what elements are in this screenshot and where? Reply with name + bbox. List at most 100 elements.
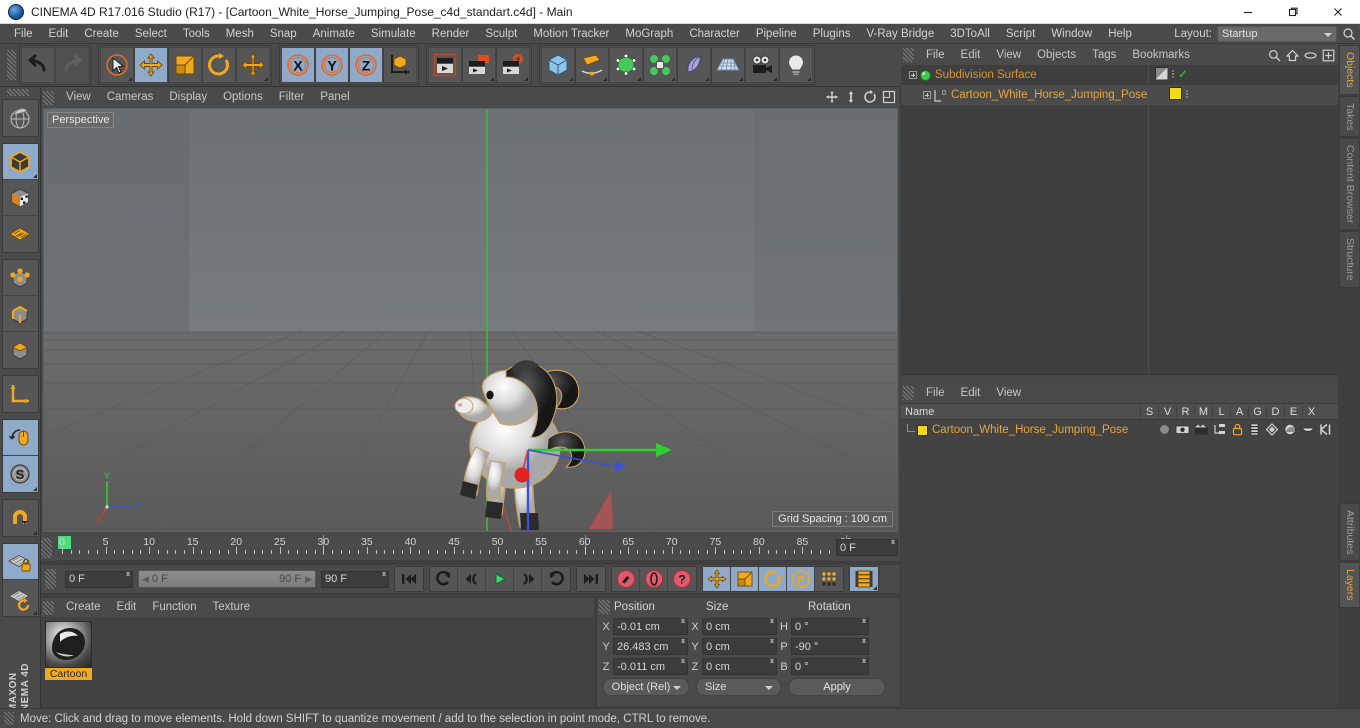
go-to-start-icon[interactable] bbox=[395, 567, 423, 591]
record-keyframe-icon[interactable] bbox=[612, 567, 640, 591]
tab-content-browser[interactable]: Content Browser bbox=[1339, 138, 1359, 231]
new-layer-icon[interactable] bbox=[1321, 47, 1336, 63]
ellipse-icon[interactable] bbox=[1303, 47, 1318, 63]
timeline-window-icon[interactable] bbox=[850, 567, 878, 591]
viewport-grip[interactable] bbox=[43, 90, 54, 105]
column-g[interactable]: G bbox=[1248, 405, 1266, 418]
record-parameter-icon[interactable]: P bbox=[787, 567, 815, 591]
rotate-view-icon[interactable] bbox=[862, 89, 877, 105]
max-frame-field[interactable]: 90 F ▴ ▾ bbox=[321, 569, 389, 588]
scale-icon[interactable] bbox=[168, 47, 202, 83]
material-menu-function[interactable]: Function bbox=[144, 598, 204, 617]
apply-button[interactable]: Apply bbox=[788, 678, 886, 696]
hierarchy-icon[interactable] bbox=[1213, 423, 1227, 439]
material-item[interactable]: Cartoon bbox=[45, 621, 92, 680]
menu-mograph[interactable]: MoGraph bbox=[617, 24, 681, 44]
viewport-menu-display[interactable]: Display bbox=[161, 87, 215, 108]
y-axis-icon[interactable]: Y bbox=[315, 47, 349, 83]
column-a[interactable]: A bbox=[1230, 405, 1248, 418]
menu-mesh[interactable]: Mesh bbox=[218, 24, 262, 44]
menu-3dtoall[interactable]: 3DToAll bbox=[942, 24, 998, 44]
column-x[interactable]: X bbox=[1302, 405, 1320, 418]
enable-axis-modification-icon[interactable] bbox=[2, 420, 38, 456]
menu-motion-tracker[interactable]: Motion Tracker bbox=[525, 24, 617, 44]
dolly-view-icon[interactable] bbox=[843, 89, 858, 105]
deformer-icon[interactable] bbox=[643, 47, 677, 83]
menu-simulate[interactable]: Simulate bbox=[363, 24, 424, 44]
viewport-menu-cameras[interactable]: Cameras bbox=[99, 87, 162, 108]
play-backwards-loop-icon[interactable] bbox=[430, 567, 458, 591]
menu-script[interactable]: Script bbox=[998, 24, 1043, 44]
om-menu-tags[interactable]: Tags bbox=[1084, 45, 1124, 65]
move-alt-icon[interactable] bbox=[236, 47, 270, 83]
render-settings-icon[interactable] bbox=[496, 47, 530, 83]
tab-attributes[interactable]: Attributes bbox=[1339, 503, 1359, 562]
column-s[interactable]: S bbox=[1140, 405, 1158, 418]
viewport-menu-panel[interactable]: Panel bbox=[312, 87, 357, 108]
make-editable-icon[interactable] bbox=[2, 100, 38, 136]
om-menu-objects[interactable]: Objects bbox=[1029, 45, 1084, 65]
z-axis-icon[interactable]: Z bbox=[349, 47, 383, 83]
om-menu-edit[interactable]: Edit bbox=[953, 45, 989, 65]
material-grip[interactable] bbox=[43, 600, 54, 615]
size-x-field[interactable]: 0 cm ▴ ▾ bbox=[702, 617, 777, 635]
material-list[interactable]: Cartoon bbox=[41, 617, 594, 706]
column-r[interactable]: R bbox=[1176, 405, 1194, 418]
search-icon[interactable] bbox=[1267, 47, 1282, 63]
texture-tag-icon[interactable] bbox=[1154, 67, 1168, 80]
xref-icon[interactable] bbox=[1319, 423, 1332, 439]
viewport-menu-options[interactable]: Options bbox=[215, 87, 271, 108]
animation-icon[interactable] bbox=[1248, 423, 1261, 439]
om-menu-file[interactable]: File bbox=[918, 45, 953, 65]
perspective-viewport[interactable]: Perspective Y Z X Grid Spacing: 100 cm bbox=[43, 108, 898, 532]
pos-y-field[interactable]: 26.483 cm ▴ ▾ bbox=[613, 637, 688, 655]
floor-grid-icon[interactable] bbox=[711, 47, 745, 83]
pos-z-field[interactable]: -0.011 cm ▴ ▾ bbox=[613, 657, 688, 675]
column-l[interactable]: L bbox=[1212, 405, 1230, 418]
toolbar-grip[interactable] bbox=[7, 50, 16, 80]
timeline-ruler[interactable]: 051015202530354045505560657075808590 bbox=[58, 535, 852, 561]
record-position-icon[interactable] bbox=[703, 567, 731, 591]
camera-icon[interactable] bbox=[745, 47, 779, 83]
layer-row[interactable]: Cartoon_White_Horse_Jumping_Pose bbox=[901, 420, 1338, 440]
tab-layers[interactable]: Layers bbox=[1339, 562, 1359, 608]
column-e[interactable]: E bbox=[1284, 405, 1302, 418]
tag-dots-icon[interactable] bbox=[1186, 89, 1188, 98]
range-end-arrow-icon[interactable]: ▶ bbox=[305, 574, 312, 585]
edges-mode-icon[interactable] bbox=[2, 296, 38, 332]
object-tree[interactable]: Subdivision Surface ✓ 0 Cartoon_White_Ho… bbox=[901, 65, 1338, 374]
play-forward-loop-icon[interactable] bbox=[542, 567, 570, 591]
minimize-icon[interactable] bbox=[1225, 0, 1270, 24]
next-frame-icon[interactable] bbox=[514, 567, 542, 591]
record-rotation-icon[interactable] bbox=[759, 567, 787, 591]
material-tag-icon[interactable] bbox=[1169, 87, 1182, 100]
menu-render[interactable]: Render bbox=[424, 24, 478, 44]
viewport-menu-view[interactable]: View bbox=[58, 87, 99, 108]
expand-collapse-icon[interactable] bbox=[909, 71, 917, 79]
live-selection-icon[interactable] bbox=[100, 47, 134, 83]
generator-icon[interactable] bbox=[1265, 423, 1279, 439]
menu-character[interactable]: Character bbox=[681, 24, 748, 44]
menu-create[interactable]: Create bbox=[76, 24, 127, 44]
layer-grip[interactable] bbox=[903, 386, 914, 400]
workplane-lock-icon[interactable] bbox=[2, 544, 38, 580]
column-v[interactable]: V bbox=[1158, 405, 1176, 418]
menu-animate[interactable]: Animate bbox=[305, 24, 363, 44]
menu-select[interactable]: Select bbox=[127, 24, 175, 44]
layer-menu-file[interactable]: File bbox=[918, 383, 953, 403]
menu-snap[interactable]: Snap bbox=[262, 24, 305, 44]
polygons-mode-icon[interactable] bbox=[2, 332, 38, 368]
column-d[interactable]: D bbox=[1266, 405, 1284, 418]
layout-select[interactable]: Startup bbox=[1217, 26, 1337, 42]
status-grip[interactable] bbox=[4, 712, 14, 725]
viewport-menu-filter[interactable]: Filter bbox=[271, 87, 313, 108]
tag-dots-icon[interactable] bbox=[1171, 69, 1174, 78]
workplane-mode-icon[interactable] bbox=[2, 216, 38, 252]
menu-pipeline[interactable]: Pipeline bbox=[748, 24, 805, 44]
layer-color-swatch[interactable] bbox=[917, 424, 928, 436]
record-pla-icon[interactable] bbox=[815, 567, 843, 591]
render-view-icon[interactable] bbox=[428, 47, 462, 83]
rot-h-field[interactable]: 0 ° ▴ ▾ bbox=[791, 617, 869, 635]
layer-menu-edit[interactable]: Edit bbox=[953, 383, 989, 403]
enabled-check-icon[interactable]: ✓ bbox=[1178, 68, 1188, 80]
